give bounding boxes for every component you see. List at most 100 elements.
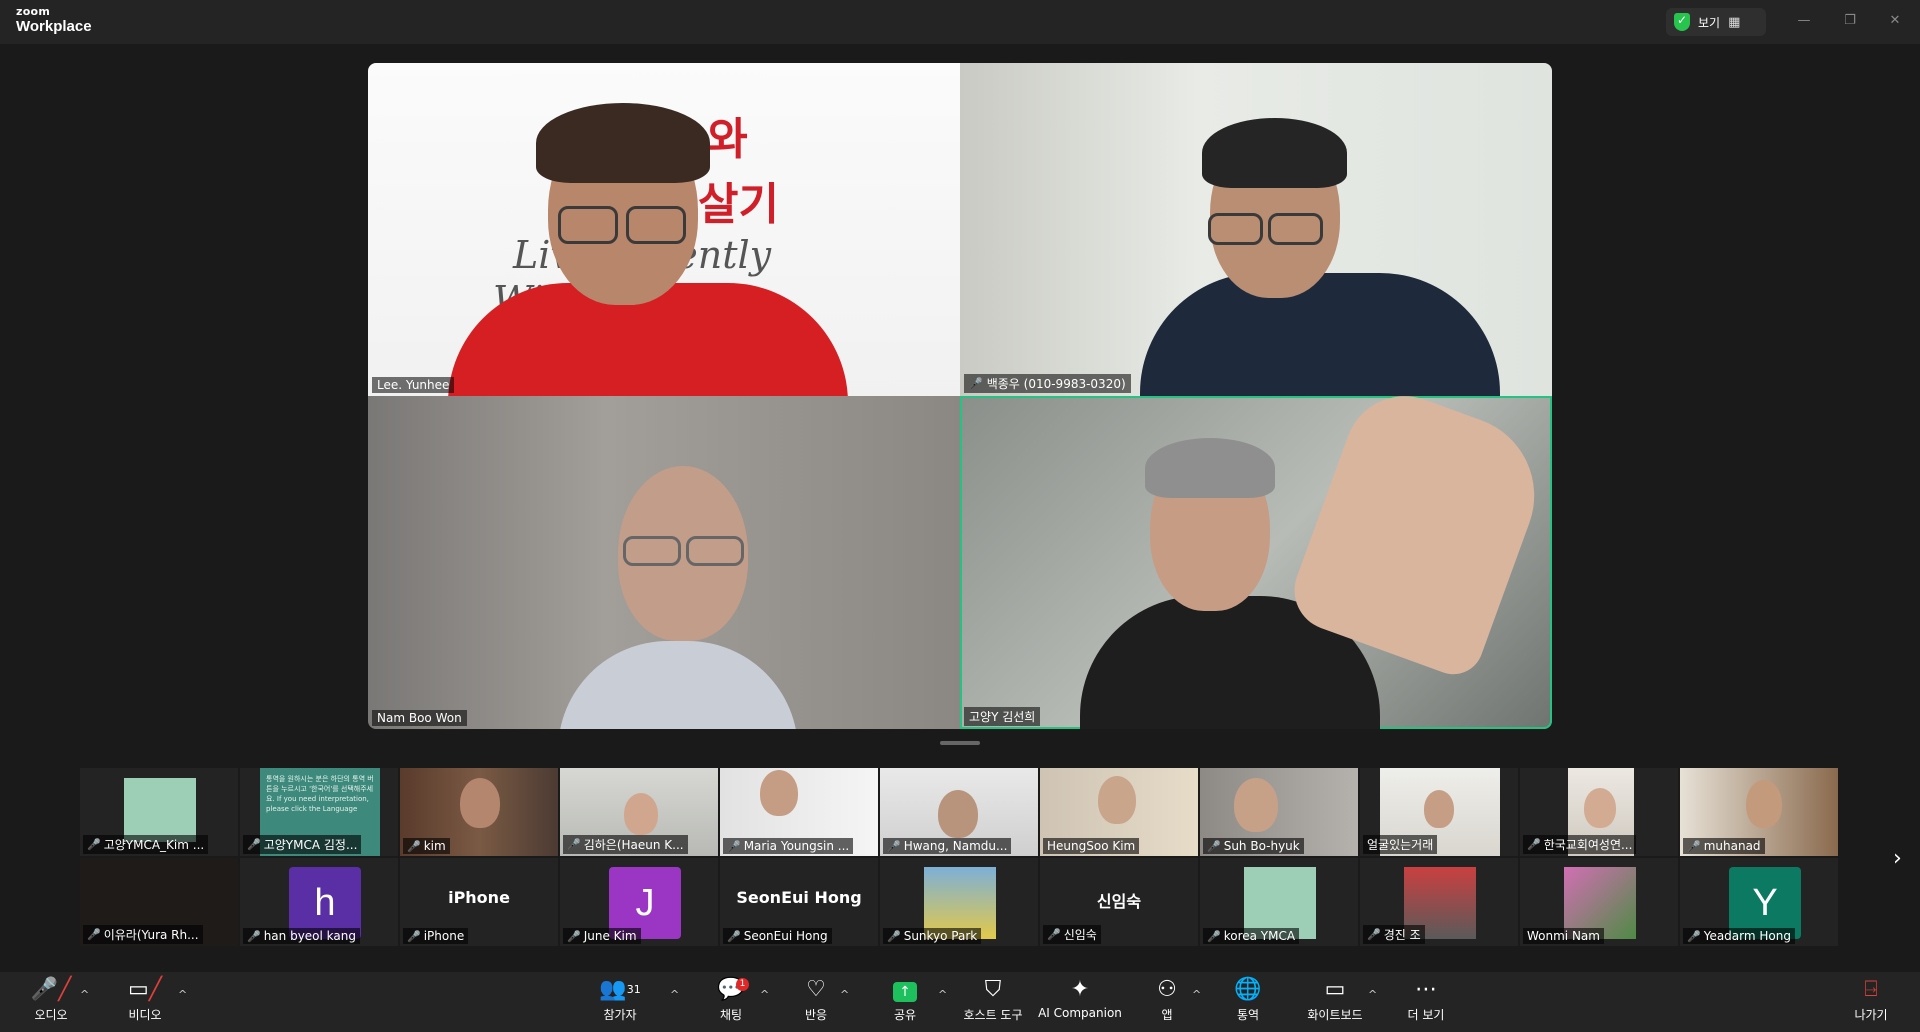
glasses (623, 536, 681, 566)
more-button[interactable]: ⋯ 더 보기 (1381, 976, 1471, 1030)
thumbnail-tile[interactable]: J 🎤 June Kim (560, 858, 718, 946)
resize-handle[interactable] (940, 741, 980, 745)
thumbnail-tile[interactable]: 통역을 원하시는 분은 하단의 통역 버튼을 누르시고 '한국어'를 선택해주세… (240, 768, 398, 856)
name-text: 고양YMCA_Kim ... (103, 838, 205, 852)
name-text: 고양YMCA 김정... (263, 838, 358, 852)
participant-name: 고양Y 김선희 (964, 707, 1041, 726)
person-head (938, 790, 978, 838)
name-text: 경진 조 (1383, 928, 1421, 942)
person-head (460, 778, 500, 828)
thumbnail-tile[interactable]: 🎤 김하은(Haeun K... (560, 768, 718, 856)
mic-muted-icon: 🎤 (407, 839, 421, 853)
participant-count: 31 (626, 983, 641, 996)
close-button[interactable]: ✕ (1884, 10, 1906, 32)
thumbnail-tile[interactable]: 🎤 Suh Bo-hyuk (1200, 768, 1358, 856)
name-text: June Kim (583, 929, 637, 943)
thumbnail-tile[interactable]: h 🎤 han byeol kang (240, 858, 398, 946)
thumbnail-tile[interactable]: HeungSoo Kim (1040, 768, 1198, 856)
person-head (760, 770, 798, 816)
share-button[interactable]: ↑ 공유 (860, 976, 950, 1030)
thumbnail-tile[interactable]: 🎤 경진 조 (1360, 858, 1518, 946)
display-name: SeonEui Hong (736, 888, 862, 907)
thumbnail-tile[interactable]: 🎤 muhanad (1680, 768, 1838, 856)
thumbnail-tile[interactable]: 🎤 고양YMCA_Kim ... (80, 768, 238, 856)
display-name: iPhone (448, 888, 510, 907)
name-text: 고양Y 김선희 (969, 710, 1036, 724)
whiteboard-label: 화이트보드 (1307, 1008, 1363, 1022)
thumbnail-tile[interactable]: 🎤 kim (400, 768, 558, 856)
name-text: 백종우 (010-9983-0320) (986, 377, 1126, 391)
mic-muted-icon: 🎤 (247, 929, 261, 943)
name-text: 한국교회여성연... (1543, 838, 1633, 852)
video-tile[interactable]: YMCA와 살기 Living Gently With YMCA Lee. Yu… (368, 63, 960, 396)
name-text: 신임숙 (1063, 928, 1097, 942)
apps-button[interactable]: ⚇ 앱 (1122, 976, 1212, 1030)
share-options-chevron-icon[interactable]: ^ (938, 988, 947, 1001)
thumbnail-tile[interactable]: 🎤 Sunkyo Park (880, 858, 1038, 946)
participant-name: 🎤 백종우 (010-9983-0320) (964, 374, 1131, 393)
name-text: kim (423, 839, 446, 853)
mic-muted-icon: 🎤 (1207, 929, 1221, 943)
video-button[interactable]: ▭╱ 비디오 (100, 976, 190, 1030)
apps-options-chevron-icon[interactable]: ^ (1192, 988, 1201, 1001)
chat-button[interactable]: 💬 1 채팅 (686, 976, 776, 1030)
whiteboard-options-chevron-icon[interactable]: ^ (1368, 988, 1377, 1001)
reactions-button[interactable]: ♡ 반응 (771, 976, 861, 1030)
globe-icon: 🌐 (1234, 977, 1262, 1002)
chat-options-chevron-icon[interactable]: ^ (760, 988, 769, 1001)
active-speaker-tile[interactable]: 고양Y 김선희 (960, 396, 1552, 729)
thumbnail-tile[interactable]: Y 🎤 Yeadarm Hong (1680, 858, 1838, 946)
reactions-options-chevron-icon[interactable]: ^ (840, 988, 849, 1001)
mic-muted-icon: 🎤 (887, 929, 901, 943)
name-text: korea YMCA (1223, 929, 1296, 943)
mic-muted-icon: 🎤 (567, 929, 581, 943)
zoom-logo: zoom Workplace (16, 6, 92, 34)
minimize-button[interactable]: — (1793, 10, 1815, 32)
video-tile[interactable]: Nam Boo Won (368, 396, 960, 729)
chat-badge: 1 (736, 978, 749, 991)
ai-companion-button[interactable]: ✦ AI Companion (1035, 976, 1125, 1030)
mic-muted-icon: 🎤 (1207, 839, 1221, 853)
name-text: han byeol kang (263, 929, 356, 943)
name-text: iPhone (423, 929, 465, 943)
apps-label: 앱 (1161, 1008, 1173, 1022)
thumbnail-tile[interactable]: SeonEui Hong 🎤 SeonEui Hong (720, 858, 878, 946)
leave-button[interactable]: ⍈ 나가기 (1826, 976, 1916, 1030)
participants-options-chevron-icon[interactable]: ^ (670, 988, 679, 1001)
thumbnail-tile[interactable]: 🎤 korea YMCA (1200, 858, 1358, 946)
person-body (558, 641, 798, 729)
thumbnail-tile[interactable]: 🎤 Maria Youngsin ... (720, 768, 878, 856)
name-text: 얼굴있는거래 (1367, 838, 1434, 852)
view-button[interactable]: 보기 ▦ (1666, 8, 1766, 36)
restore-button[interactable]: ❐ (1839, 10, 1861, 32)
host-tools-label: 호스트 도구 (963, 1008, 1023, 1022)
mic-muted-icon: 🎤 (87, 928, 101, 941)
person-head (1746, 780, 1782, 828)
interpretation-button[interactable]: 🌐 통역 (1203, 976, 1293, 1030)
glasses (1208, 213, 1263, 245)
thumbnail-tile[interactable]: iPhone 🎤 iPhone (400, 858, 558, 946)
mic-muted-icon: 🎤 (1687, 929, 1701, 943)
glasses (686, 536, 744, 566)
audio-button[interactable]: 🎤╱ 오디오 (6, 976, 96, 1030)
video-gallery: YMCA와 살기 Living Gently With YMCA Lee. Yu… (368, 63, 1552, 729)
thumbnail-tile[interactable]: 신임숙 🎤 신임숙 (1040, 858, 1198, 946)
video-label: 비디오 (128, 1008, 162, 1022)
next-page-chevron-icon[interactable]: › (1893, 846, 1902, 871)
participants-button[interactable]: 👥31 참가자 (575, 976, 665, 1030)
person-hair (1202, 118, 1347, 188)
host-tools-button[interactable]: ⛉ 호스트 도구 (948, 976, 1038, 1030)
thumbnail-tile[interactable]: 얼굴있는거래 (1360, 768, 1518, 856)
audio-options-chevron-icon[interactable]: ^ (80, 988, 89, 1001)
whiteboard-button[interactable]: ▭ 화이트보드 (1290, 976, 1380, 1030)
name-text: Lee. Yunhee (377, 378, 450, 392)
thumbnail-tile[interactable]: 🎤 이유라(Yura Rh... (80, 858, 238, 946)
mic-muted-icon: 🎤 (407, 929, 421, 943)
share-arrow-icon: ↑ (893, 982, 917, 1002)
thumbnail-tile[interactable]: Wonmi Nam (1520, 858, 1678, 946)
thumbnail-tile[interactable]: 🎤 Hwang, Namdu... (880, 768, 1038, 856)
video-options-chevron-icon[interactable]: ^ (178, 988, 187, 1001)
thumbnail-tile[interactable]: 🎤 한국교회여성연... (1520, 768, 1678, 856)
video-tile[interactable]: 🎤 백종우 (010-9983-0320) (960, 63, 1552, 396)
share-label: 공유 (893, 1008, 917, 1022)
